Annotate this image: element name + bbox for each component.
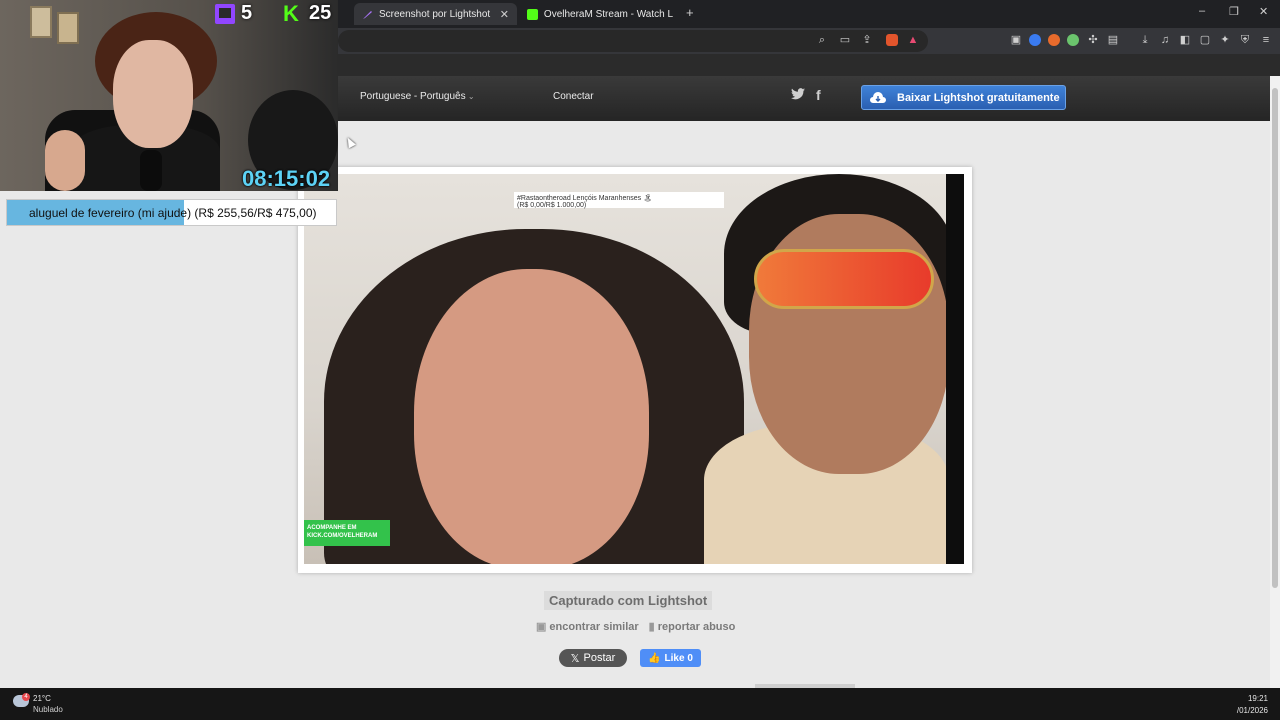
tab-lightshot[interactable]: Screenshot por Lightshot ✕ (354, 3, 517, 25)
webcam-overlay: 5 K 25 08:15:02 (0, 0, 338, 191)
temperature: 21°C (33, 694, 51, 703)
camera-icon: ▣ (536, 621, 547, 633)
kick-icon: K (283, 1, 299, 26)
streamer-arm (45, 130, 85, 191)
kick-follow-badge: ACOMPANHE EM KICK.COM/OVELHERAM (304, 520, 390, 546)
tab-title: OvelheraM Stream - Watch Live on K (543, 8, 673, 20)
kick-viewer-count: 25 (309, 2, 332, 24)
wall-picture (30, 6, 52, 38)
windows-taskbar: 4 21°C Nublado 19:21 /01/2026 (0, 688, 1280, 720)
clock-time: 19:21 (1247, 694, 1268, 703)
black-border (946, 174, 964, 564)
screenshot-frame: #Rastaontheroad Lençóis Maranhenses 🏝 (R… (298, 167, 972, 573)
extension-orange-icon[interactable] (1048, 34, 1060, 46)
microphone (140, 150, 162, 191)
download-button-label: Baixar Lightshot gratuitamente (897, 91, 1060, 104)
tab-title: Screenshot por Lightshot (379, 8, 491, 20)
connect-link[interactable]: Conectar (553, 91, 594, 102)
wall-picture (57, 12, 79, 44)
report-abuse-label: reportar abuso (657, 621, 736, 633)
system-clock[interactable]: 19:21 /01/2026 (1237, 694, 1268, 715)
twitch-viewer-count: 5 (241, 2, 253, 24)
zoom-icon[interactable]: ⌕ (816, 34, 828, 46)
donation-goal-bar: aluguel de fevereiro (mi ajude) (R$ 255,… (6, 199, 337, 226)
extensions-puzzle-icon[interactable]: ✣ (1087, 34, 1099, 46)
twitch-icon (215, 4, 235, 24)
page-scrollbar[interactable] (1270, 76, 1280, 688)
stream-goal-overlay: #Rastaontheroad Lençóis Maranhenses 🏝 (R… (514, 192, 724, 209)
media-icon[interactable]: ♫ (1159, 34, 1171, 46)
goal-title: #Rastaontheroad Lençóis Maranhenses 🏝 (517, 195, 652, 202)
goal-text: aluguel de fevereiro (mi ajude) (R$ 255,… (29, 206, 317, 220)
stream-timer: 08:15:02 (242, 166, 331, 191)
tab-search-icon[interactable]: ▤ (1107, 34, 1119, 46)
menu-icon[interactable]: ≡ (1260, 34, 1272, 46)
report-icon: ▮ (648, 621, 655, 633)
extension-blue-icon[interactable] (1029, 34, 1041, 46)
extension-green-icon[interactable] (1067, 34, 1079, 46)
cloud-download-icon (869, 91, 887, 105)
download-lightshot-button[interactable]: Baixar Lightshot gratuitamente (861, 85, 1066, 110)
new-tab-button[interactable]: + (686, 5, 694, 20)
facebook-icon[interactable]: f (816, 87, 821, 103)
goal-amount: (R$ 0,00/R$ 1.000,00) (517, 202, 587, 209)
download-icon[interactable]: ⤓ (1139, 34, 1151, 46)
maximize-button[interactable]: ❐ (1229, 5, 1239, 18)
lightshot-feather-icon (362, 9, 373, 20)
woman-face (414, 269, 649, 564)
close-tab-icon[interactable]: ✕ (500, 8, 509, 21)
share-icon[interactable]: ⇪ (861, 34, 873, 46)
streamer-face (113, 40, 193, 148)
minimize-button[interactable]: – (1199, 5, 1205, 17)
vpn-shield-icon[interactable]: ⛨ (1239, 34, 1251, 46)
twitter-icon[interactable] (791, 87, 805, 103)
kick-logo-icon (527, 8, 538, 20)
language-selector[interactable]: Portuguese - Português (360, 91, 475, 102)
leo-ai-icon[interactable]: ✦ (1219, 34, 1231, 46)
thumbs-up-icon: 👍 (648, 652, 661, 664)
find-similar-link[interactable]: ▣ encontrar similar (536, 620, 639, 633)
brave-shield-icon[interactable] (886, 34, 898, 46)
extension-icon[interactable]: ▣ (1010, 34, 1022, 46)
sunglasses (754, 249, 934, 309)
brave-rewards-icon[interactable]: ▲ (907, 34, 919, 46)
post-on-x-button[interactable]: 𝕏 Postar (559, 649, 627, 667)
image-actions: ▣ encontrar similar ▮ reportar abuso (536, 620, 735, 633)
tab-kick-stream[interactable]: OvelheraM Stream - Watch Live on K (519, 3, 681, 25)
screenshot-image[interactable]: #Rastaontheroad Lençóis Maranhenses 🏝 (R… (304, 174, 964, 564)
cast-icon[interactable]: ▭ (839, 34, 851, 46)
captured-with-lightshot-label: Capturado com Lightshot (544, 591, 713, 610)
facebook-like-button[interactable]: 👍 Like 0 (640, 649, 701, 667)
clock-date: /01/2026 (1236, 706, 1268, 715)
scrollbar-thumb[interactable] (1272, 88, 1278, 588)
like-button-label: Like 0 (664, 652, 693, 664)
x-logo-icon: 𝕏 (570, 652, 580, 665)
find-similar-label: encontrar similar (549, 621, 639, 633)
kick-badge-line1: ACOMPANHE EM (307, 525, 357, 531)
report-abuse-link[interactable]: ▮ reportar abuso (649, 620, 736, 633)
wallet-icon[interactable]: ▢ (1199, 34, 1211, 46)
weather-alert-badge: 4 (22, 693, 30, 701)
sidebar-icon[interactable]: ◧ (1179, 34, 1191, 46)
close-window-button[interactable]: ✕ (1259, 5, 1268, 18)
kick-badge-line2: KICK.COM/OVELHERAM (307, 533, 378, 539)
weather-condition: Nublado (33, 705, 63, 714)
post-button-label: Postar (583, 652, 616, 664)
